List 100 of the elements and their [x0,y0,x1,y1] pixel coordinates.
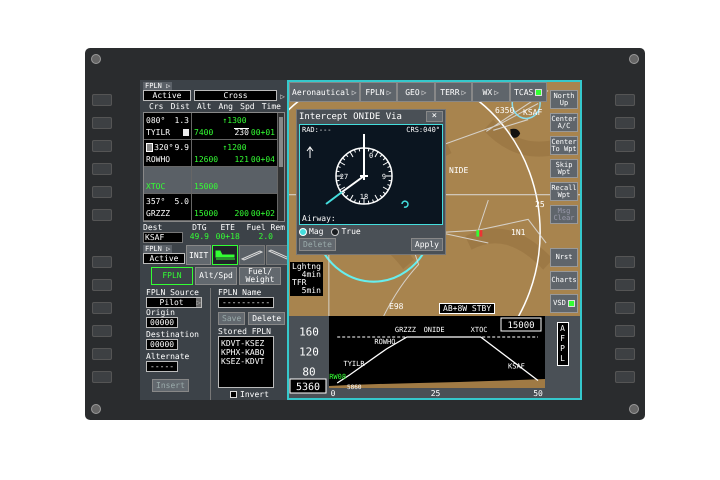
bezel-key[interactable] [92,302,112,314]
reference-radio[interactable]: Mag [299,227,324,236]
origin-field[interactable]: 00000 [146,317,178,328]
reference-radio[interactable]: True [331,227,361,236]
distance: 9.9 [174,142,189,152]
dropdown-arrow[interactable]: ▷ [280,92,285,101]
bezel-key[interactable] [615,348,635,360]
stored-plan-item[interactable]: KSEZ-KDVT [221,357,271,366]
alternate-field[interactable]: ----- [146,361,178,372]
apply-button[interactable]: Apply [410,238,443,251]
takeoff-button[interactable] [239,245,266,265]
distance: 5.0 [174,196,189,206]
waypoint-name: GRZZZ [146,208,170,218]
fuel-value: 2.0 [258,232,273,241]
invert-checkbox[interactable] [230,391,237,398]
map-menu-tab[interactable]: TCAS [510,82,547,102]
bezel-key[interactable] [92,94,112,106]
axis-label: 50 [533,389,543,398]
bezel-key[interactable] [92,371,112,383]
axis-label: 0 [330,389,336,398]
bezel-key[interactable] [615,140,635,152]
climb-angle: ↑1300 [222,116,247,124]
altitude: 15000 [194,182,218,190]
scrollbar[interactable] [277,113,284,221]
leg-time: 00+04 [250,154,275,164]
delete-button[interactable]: Delete [248,312,286,325]
bezel-key[interactable] [615,302,635,314]
map-menu-tab[interactable]: GEO ▷ [397,82,435,102]
panel-tab[interactable]: FPLN [151,267,193,285]
altitude: 12600 [194,154,218,164]
panel-tab[interactable]: Fuel/ Weight [239,267,281,285]
preselected-altitude: 15000 [507,321,535,331]
bezel-key[interactable] [615,371,635,383]
tcas-checkbox[interactable] [535,88,542,96]
speed: 200 [234,208,249,218]
climb-angle: ↑1200 [222,142,247,152]
bezel-key[interactable] [615,325,635,337]
waypoint-name: TYILR [146,128,170,136]
ete-label: ETE [220,223,235,232]
column-header: Spd [240,102,255,111]
waypoint-name: XTOC [146,182,166,190]
screw-icon [629,54,639,64]
aircraft-climb-icon [241,249,264,261]
axis-label: 80 [302,366,316,378]
landing-button[interactable] [266,245,287,265]
init-button[interactable]: INIT [186,245,212,265]
column-header: Ang [218,102,233,111]
column-header: Alt [196,102,212,111]
stored-plan-item[interactable]: KPHX-KABQ [221,348,271,357]
map-label: NIDE [449,166,468,175]
bezel-key[interactable] [92,256,112,268]
bezel-key[interactable] [92,209,112,221]
plan-name-field[interactable]: ---------- [218,297,274,308]
distance: 1.3 [174,116,189,124]
column-header: Dist [170,102,190,111]
aircraft-descent-icon [268,249,287,261]
map-menu-tab[interactable]: WX ▷ [472,82,510,102]
leg-row[interactable]: XTOC 15000 [144,167,277,194]
mode-field[interactable]: Active [143,253,185,264]
bezel-key[interactable] [92,163,112,175]
bezel-key[interactable] [615,117,635,129]
alternate-label: Alternate [146,352,190,361]
legend-value: 4min [302,271,321,279]
bezel-key[interactable] [92,140,112,152]
screw-icon [91,54,101,64]
axis-label: 25 [430,389,440,398]
map-menu-tab[interactable]: FPLN ▷ [360,82,398,102]
dtg-value: 49.9 [190,232,209,241]
bezel-key[interactable] [615,209,635,221]
bezel-key[interactable] [92,348,112,360]
bezel-key[interactable] [92,117,112,129]
speed: 230 [234,128,249,136]
dest-field[interactable]: KSAF [143,232,183,243]
destination-field[interactable]: 00000 [146,339,178,350]
bezel-key[interactable] [92,325,112,337]
mode-field[interactable]: Active [143,90,191,101]
afpl-button[interactable]: AFPL [556,322,568,366]
screw-icon [91,404,101,414]
axis-label: 120 [299,346,319,358]
constraint-dropdown[interactable]: Cross [194,90,278,101]
bezel-key[interactable] [92,186,112,198]
bezel-key[interactable] [92,279,112,291]
map-label: 1N1 [511,228,526,237]
speed: 121 [234,154,249,164]
bezel-key[interactable] [615,256,635,268]
map-menu-tab[interactable]: Aeronautical ▷ [289,82,360,102]
bezel-key[interactable] [615,186,635,198]
dest-label: Dest [143,223,164,232]
map-menu-tab[interactable]: TERR ▷ [434,82,472,102]
taxi-button[interactable] [212,245,238,265]
bezel-key[interactable] [615,163,635,175]
ete-value: 00+18 [216,232,240,241]
close-button[interactable]: × [426,111,443,122]
source-dropdown[interactable]: Pilot ▷ [146,297,202,308]
course: 357° [146,196,166,206]
stored-plan-item[interactable]: KDVT-KSEZ [221,339,271,348]
bezel-key[interactable] [615,94,635,106]
screw-icon [629,404,639,414]
bezel-key[interactable] [615,279,635,291]
panel-tab[interactable]: Alt/Spd [195,267,237,285]
